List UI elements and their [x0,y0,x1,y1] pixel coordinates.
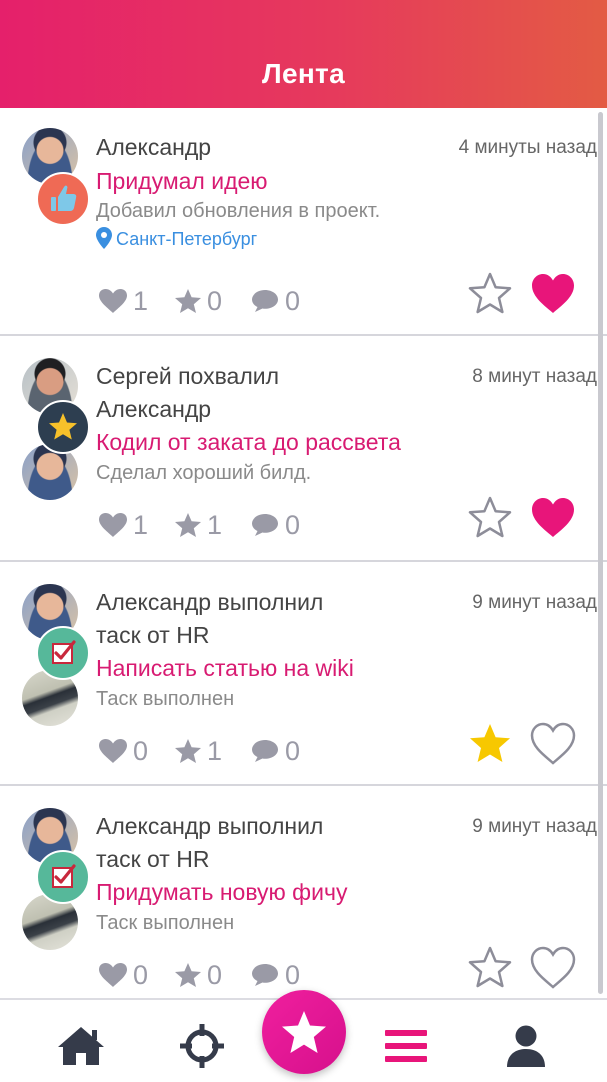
nav-home-button[interactable] [56,1022,106,1070]
heart-outline-icon [530,722,576,765]
likes-count: 0 [98,734,148,768]
star-toggle-button[interactable] [467,721,513,767]
thumbs-up-icon [51,185,77,211]
star-filled-icon [470,724,510,762]
comments-count: 0 [250,284,300,318]
star-icon [175,289,201,313]
actor-name[interactable]: Александр выполнил [96,586,323,619]
post-description: Таск выполнен [96,688,235,710]
stars-count: 0 [174,958,222,992]
home-icon [58,1027,104,1065]
likes-count: 1 [98,284,148,318]
like-toggle-button[interactable] [530,495,576,541]
user-icon [507,1025,545,1067]
heart-outline-icon [530,946,576,989]
thumbs-up-badge [36,172,90,226]
likes-count: 0 [98,958,148,992]
actor-name-continued: таск от HR [96,846,210,872]
location-label: Санкт-Петербург [116,229,258,249]
comments-count: 0 [250,508,300,542]
heart-icon [99,739,127,763]
star-outline-icon [468,496,512,538]
timestamp: 9 минут назад [472,816,597,837]
actor-name-continued: таск от HR [96,622,210,648]
nav-profile-button[interactable] [501,1022,551,1070]
post-description: Таск выполнен [96,912,235,934]
comment-icon [252,514,278,536]
timestamp: 8 минут назад [472,366,597,387]
stars-count: 1 [174,734,222,768]
post-title[interactable]: Написать статью на wiki [96,653,354,683]
checkbox-badge [36,850,90,904]
location-pin-icon [96,227,112,249]
star-badge [36,400,90,454]
comment-icon [252,740,278,762]
feed-item[interactable]: Александр выполнил таск от HR 9 минут на… [0,562,607,786]
post-title[interactable]: Придумал идею [96,166,268,196]
feed-item[interactable]: Александр 4 минуты назад Придумал идею Д… [0,108,607,336]
stars-count: 0 [174,284,222,318]
like-toggle-button[interactable] [530,945,576,991]
page-title: Лента [262,58,345,89]
nav-menu-button[interactable] [381,1022,431,1070]
like-toggle-button[interactable] [530,721,576,767]
location[interactable]: Санкт-Петербург [96,227,257,251]
checkbox-icon [52,864,76,888]
post-title[interactable]: Кодил от заката до рассвета [96,427,401,457]
star-icon [175,963,201,987]
star-icon [175,739,201,763]
like-toggle-button[interactable] [530,271,576,317]
comments-count: 0 [250,958,300,992]
feed-item[interactable]: Сергей похвалил Александр 8 минут назад … [0,336,607,562]
timestamp: 4 минуты назад [458,137,597,158]
star-outline-icon [468,272,512,314]
heart-icon [99,963,127,987]
post-title[interactable]: Придумать новую фичу [96,877,347,907]
star-outline-icon [468,946,512,988]
checkbox-icon [52,640,76,664]
actor-name[interactable]: Александр выполнил [96,810,323,843]
heart-filled-icon [532,498,574,537]
menu-icon [385,1030,427,1062]
star-toggle-button[interactable] [467,495,513,541]
actor-name[interactable]: Сергей похвалил [96,360,279,393]
feed-item[interactable]: Александр выполнил таск от HR 9 минут на… [0,786,607,998]
scrollbar[interactable] [598,112,603,994]
app-header: Лента [0,0,607,108]
heart-filled-icon [532,274,574,313]
star-toggle-button[interactable] [467,945,513,991]
nav-target-button[interactable] [177,1022,227,1070]
nav-favorites-button[interactable] [262,990,346,1074]
star-icon [49,413,77,440]
comment-icon [252,290,278,312]
checkbox-badge [36,626,90,680]
feed-list[interactable]: Александр 4 минуты назад Придумал идею Д… [0,108,607,998]
heart-icon [99,513,127,537]
star-toggle-button[interactable] [467,271,513,317]
likes-count: 1 [98,508,148,542]
post-description: Добавил обновления в проект. [96,200,381,222]
star-icon [175,513,201,537]
stars-count: 1 [174,508,222,542]
heart-icon [99,289,127,313]
post-description: Сделал хороший билд. [96,462,312,484]
actor-name[interactable]: Александр [96,131,211,164]
actor-name-continued[interactable]: Александр [96,393,211,426]
comments-count: 0 [250,734,300,768]
timestamp: 9 минут назад [472,592,597,613]
crosshair-icon [180,1024,224,1068]
star-icon [282,1011,326,1053]
comment-icon [252,964,278,986]
